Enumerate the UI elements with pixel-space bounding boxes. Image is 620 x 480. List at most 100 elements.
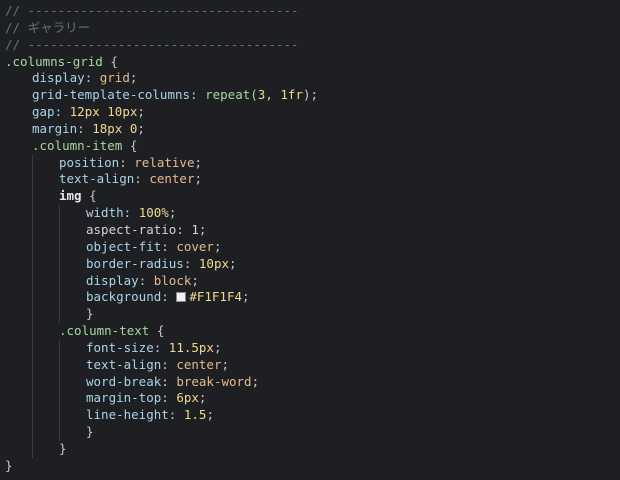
code-token: : — [183, 255, 199, 271]
indent-guide — [59, 390, 60, 408]
code-line[interactable]: } — [0, 306, 620, 324]
indent-guide — [32, 238, 33, 256]
code-token: center — [149, 171, 195, 187]
code-token: ; — [206, 407, 214, 423]
code-line[interactable]: display: block; — [0, 272, 620, 290]
code-token: break-word — [176, 373, 252, 389]
code-token: margin — [32, 120, 78, 136]
indent-guide — [32, 390, 33, 408]
code-token: ; — [213, 238, 222, 254]
code-token: } — [5, 457, 13, 473]
code-token: ; — [129, 70, 138, 86]
indent-guide — [59, 424, 60, 441]
indent-guide — [32, 255, 33, 273]
code-line[interactable]: text-align: center; — [0, 356, 620, 374]
code-line[interactable]: font-size: 11.5px; — [0, 339, 620, 357]
code-token: aspect-ratio — [86, 221, 177, 237]
code-line[interactable]: .columns-grid { — [0, 54, 620, 71]
indent-guide — [32, 424, 33, 441]
indent-guide — [59, 289, 60, 307]
code-token: relative — [134, 154, 195, 170]
code-token: center — [176, 356, 222, 372]
code-line[interactable]: background: #F1F1F4; — [0, 289, 620, 307]
indent-guide — [32, 154, 33, 172]
code-line[interactable]: } — [0, 424, 620, 441]
code-token: ; — [198, 390, 207, 406]
code-token: : — [77, 120, 93, 136]
code-token: block — [153, 272, 192, 288]
code-token: : — [134, 171, 150, 187]
indent-guide — [32, 221, 33, 239]
code-token: ); — [302, 87, 319, 103]
code-line[interactable]: object-fit: cover; — [0, 238, 620, 256]
code-editor[interactable]: // ------------------------------------ /… — [0, 0, 620, 480]
code-token: gap — [32, 104, 55, 120]
code-token: , — [265, 87, 281, 103]
indent-guide — [59, 306, 60, 324]
code-line[interactable]: margin-top: 6px; — [0, 390, 620, 408]
indent-guide — [59, 238, 60, 256]
code-token: display — [32, 70, 85, 86]
code-token: line-height — [86, 407, 169, 423]
code-line[interactable]: } — [0, 458, 620, 475]
code-token: 6px — [176, 390, 199, 406]
indent-guide — [32, 205, 33, 222]
indent-guide — [59, 407, 60, 425]
code-token: #F1F1F4 — [189, 289, 243, 305]
code-token: 1.5 — [183, 407, 207, 423]
code-token: ; — [137, 120, 145, 136]
code-token: cover — [176, 238, 214, 254]
indent-guide — [32, 407, 33, 425]
code-line[interactable]: img { — [0, 188, 620, 206]
code-token: .column-text — [59, 323, 150, 339]
code-line[interactable]: width: 100%; — [0, 205, 620, 222]
code-line[interactable]: margin: 18px 0; — [0, 121, 620, 138]
code-line[interactable]: // ギャラリー — [0, 20, 620, 37]
code-token: 1 — [191, 221, 199, 237]
code-line[interactable]: aspect-ratio: 1; — [0, 221, 620, 239]
code-token: // ------------------------------------ — [5, 36, 299, 52]
code-token: grid — [99, 70, 130, 86]
code-line[interactable]: line-height: 1.5; — [0, 407, 620, 425]
code-token: : — [123, 205, 139, 221]
code-line[interactable]: // ------------------------------------ — [0, 37, 620, 54]
code-token: repeat( — [205, 87, 258, 103]
code-token: ; — [251, 373, 260, 389]
indent-guide — [32, 440, 33, 458]
indent-guide — [59, 255, 60, 273]
code-token: ; — [168, 205, 177, 221]
code-token: 10px — [198, 255, 230, 271]
code-token: display — [86, 272, 139, 288]
indent-guide — [59, 205, 60, 222]
indent-guide — [32, 171, 33, 189]
code-token: img — [59, 188, 82, 204]
code-line[interactable]: grid-template-columns: repeat(3, 1fr); — [0, 87, 620, 104]
code-line[interactable]: word-break: break-word; — [0, 373, 620, 391]
code-token: : — [161, 356, 177, 372]
code-token: } — [59, 440, 67, 456]
indent-guide — [32, 373, 33, 391]
code-line[interactable]: gap: 12px 10px; — [0, 104, 620, 121]
indent-guide — [32, 272, 33, 290]
code-line[interactable]: position: relative; — [0, 154, 620, 172]
code-line[interactable]: } — [0, 440, 620, 458]
indent-guide — [59, 339, 60, 357]
code-token: { — [149, 323, 165, 339]
code-line[interactable]: display: grid; — [0, 70, 620, 87]
code-line[interactable]: text-align: center; — [0, 171, 620, 189]
color-swatch-icon[interactable] — [176, 292, 187, 303]
code-token: ; — [194, 171, 203, 187]
indent-guide — [59, 356, 60, 374]
code-line[interactable]: border-radius: 10px; — [0, 255, 620, 273]
code-token: ; — [198, 221, 207, 237]
code-token: : — [161, 238, 177, 254]
code-token: : — [190, 87, 206, 103]
code-line[interactable]: .column-item { — [0, 138, 620, 155]
code-line[interactable]: // ------------------------------------ — [0, 3, 620, 20]
code-token: border-radius — [86, 255, 184, 271]
code-token: { — [81, 188, 97, 204]
code-token: text-align — [59, 171, 135, 187]
code-line[interactable]: .column-text { — [0, 323, 620, 340]
indent-guide — [59, 221, 60, 239]
code-token: background — [86, 289, 162, 305]
